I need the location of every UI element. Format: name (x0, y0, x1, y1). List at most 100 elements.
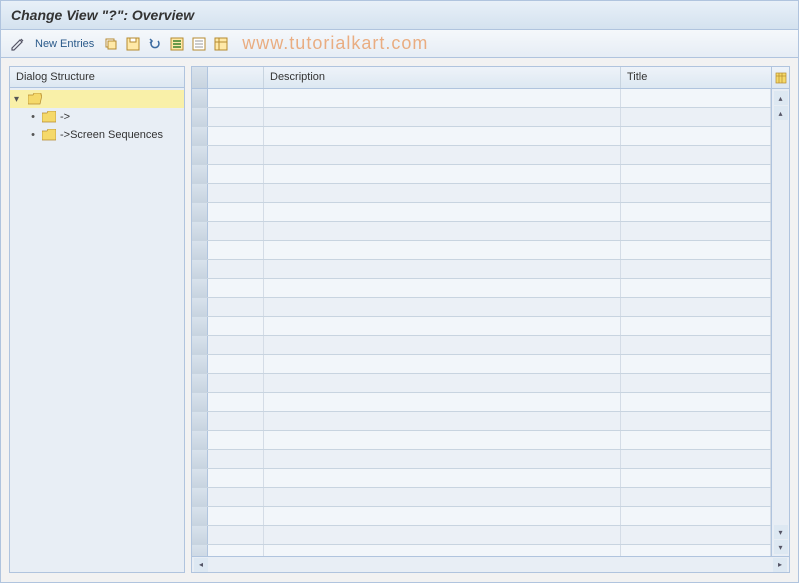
row-handle[interactable] (192, 488, 208, 506)
cell-title[interactable] (621, 374, 771, 392)
row-handle[interactable] (192, 146, 208, 164)
cell-title[interactable] (621, 450, 771, 468)
row-handle[interactable] (192, 469, 208, 487)
table-row[interactable] (192, 317, 771, 336)
scroll-down-icon[interactable]: ▾ (774, 540, 788, 554)
table-row[interactable] (192, 355, 771, 374)
cell-title[interactable] (621, 108, 771, 126)
cell-description[interactable] (264, 450, 621, 468)
table-row[interactable] (192, 184, 771, 203)
table-row[interactable] (192, 336, 771, 355)
new-entries-button[interactable]: New Entries (31, 38, 98, 50)
cell-description[interactable] (264, 412, 621, 430)
copy-icon[interactable] (102, 35, 120, 53)
row-handle[interactable] (192, 431, 208, 449)
table-row[interactable] (192, 526, 771, 545)
cell[interactable] (208, 222, 264, 240)
cell[interactable] (208, 450, 264, 468)
row-handle[interactable] (192, 355, 208, 373)
table-row[interactable] (192, 450, 771, 469)
scroll-down-icon[interactable]: ▾ (774, 525, 788, 539)
cell[interactable] (208, 393, 264, 411)
column-header-title[interactable]: Title (621, 67, 771, 88)
cell[interactable] (208, 146, 264, 164)
row-handle[interactable] (192, 108, 208, 126)
row-handle[interactable] (192, 317, 208, 335)
table-row[interactable] (192, 146, 771, 165)
cell[interactable] (208, 127, 264, 145)
cell[interactable] (208, 241, 264, 259)
cell-description[interactable] (264, 222, 621, 240)
column-header-description[interactable]: Description (264, 67, 621, 88)
tree-root[interactable]: ▾ (10, 90, 184, 108)
cell[interactable] (208, 279, 264, 297)
cell-title[interactable] (621, 241, 771, 259)
cell[interactable] (208, 507, 264, 525)
table-row[interactable] (192, 260, 771, 279)
row-handle[interactable] (192, 450, 208, 468)
configure-columns-button[interactable] (771, 67, 789, 88)
cell-description[interactable] (264, 146, 621, 164)
table-row[interactable] (192, 298, 771, 317)
cell[interactable] (208, 317, 264, 335)
cell-title[interactable] (621, 260, 771, 278)
tree-item[interactable]: • ->Screen Sequences (10, 126, 184, 144)
cell-title[interactable] (621, 412, 771, 430)
cell-title[interactable] (621, 184, 771, 202)
cell-title[interactable] (621, 336, 771, 354)
cell-description[interactable] (264, 203, 621, 221)
table-row[interactable] (192, 393, 771, 412)
cell-description[interactable] (264, 298, 621, 316)
row-handle[interactable] (192, 507, 208, 525)
row-handle[interactable] (192, 298, 208, 316)
row-handle[interactable] (192, 165, 208, 183)
cell-title[interactable] (621, 469, 771, 487)
cell-description[interactable] (264, 108, 621, 126)
row-handle[interactable] (192, 184, 208, 202)
deselect-icon[interactable] (190, 35, 208, 53)
row-handle[interactable] (192, 222, 208, 240)
cell[interactable] (208, 545, 264, 556)
row-handle[interactable] (192, 260, 208, 278)
cell-description[interactable] (264, 374, 621, 392)
table-row[interactable] (192, 374, 771, 393)
cell[interactable] (208, 336, 264, 354)
table-row[interactable] (192, 89, 771, 108)
cell-title[interactable] (621, 203, 771, 221)
row-handle[interactable] (192, 526, 208, 544)
cell-description[interactable] (264, 545, 621, 556)
scroll-up-icon[interactable]: ▴ (774, 91, 788, 105)
cell[interactable] (208, 108, 264, 126)
cell-description[interactable] (264, 241, 621, 259)
cell-description[interactable] (264, 260, 621, 278)
cell-description[interactable] (264, 393, 621, 411)
cell-title[interactable] (621, 298, 771, 316)
row-handle[interactable] (192, 89, 208, 107)
cell-description[interactable] (264, 469, 621, 487)
cell-title[interactable] (621, 89, 771, 107)
table-row[interactable] (192, 127, 771, 146)
table-row[interactable] (192, 431, 771, 450)
table-row[interactable] (192, 488, 771, 507)
row-handle[interactable] (192, 241, 208, 259)
cell-description[interactable] (264, 526, 621, 544)
table-row[interactable] (192, 241, 771, 260)
cell[interactable] (208, 260, 264, 278)
table-row[interactable] (192, 507, 771, 526)
row-handle[interactable] (192, 279, 208, 297)
cell-description[interactable] (264, 317, 621, 335)
horizontal-scrollbar[interactable]: ◂ ▸ (192, 556, 789, 572)
cell[interactable] (208, 374, 264, 392)
cell[interactable] (208, 165, 264, 183)
cell[interactable] (208, 412, 264, 430)
cell-description[interactable] (264, 431, 621, 449)
cell-title[interactable] (621, 317, 771, 335)
scroll-right-icon[interactable]: ▸ (773, 558, 787, 572)
cell-title[interactable] (621, 545, 771, 556)
select-all-icon[interactable] (168, 35, 186, 53)
cell-title[interactable] (621, 355, 771, 373)
cell[interactable] (208, 469, 264, 487)
cell-title[interactable] (621, 222, 771, 240)
cell-description[interactable] (264, 488, 621, 506)
undo-icon[interactable] (146, 35, 164, 53)
